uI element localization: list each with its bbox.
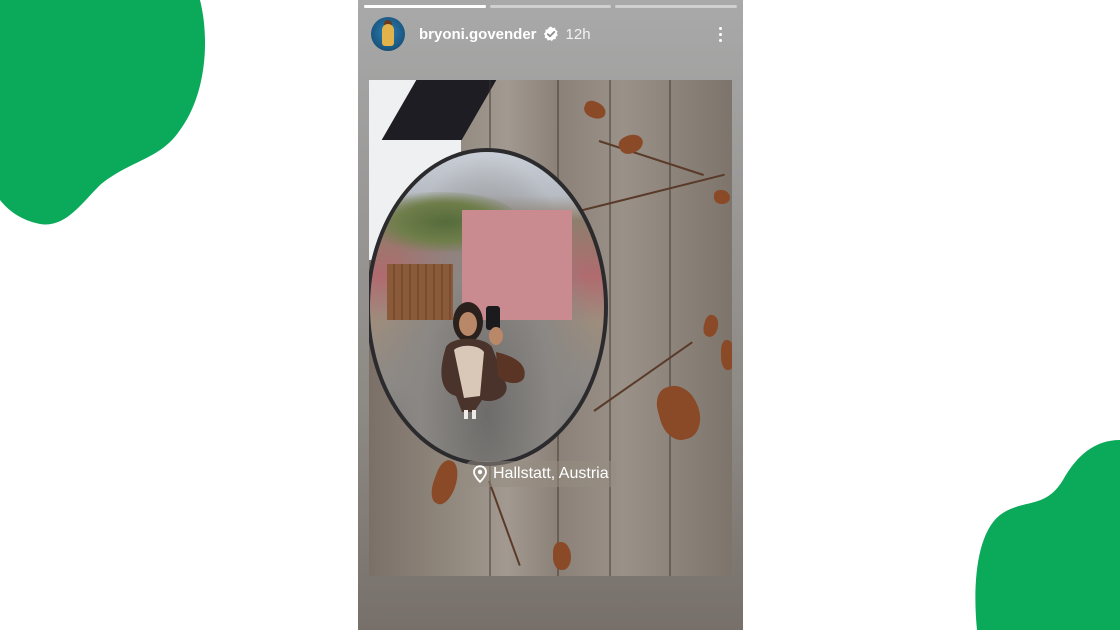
dry-leaf [701,313,721,339]
story-photo: Hallstatt, Austria [369,80,732,576]
dry-leaf [426,457,464,508]
verified-badge-icon [543,26,558,42]
wood-plank-line [609,80,611,576]
menu-dot [718,32,722,36]
dry-leaf [652,380,706,445]
post-time: 12h [565,25,591,43]
menu-dot [718,26,722,30]
location-label: Hallstatt, Austria [493,465,609,482]
vine-branch [578,173,725,212]
dry-leaf [553,542,571,570]
decorative-blob-bottom-right [975,440,1120,630]
progress-segment [489,5,612,8]
vine-branch [488,480,521,566]
progress-segment [364,5,486,8]
progress-fill [364,5,486,8]
dry-leaf [581,98,609,122]
vine-branch [598,140,704,176]
more-vertical-icon[interactable] [710,22,730,46]
convex-mirror [369,148,608,466]
menu-dot [718,38,722,42]
dry-leaf [714,190,730,204]
decorative-blob-top-left [0,0,206,225]
story-progress-bar [364,5,738,8]
avatar[interactable] [371,17,405,51]
username[interactable]: bryoni.govender [419,26,537,43]
dry-leaf [721,340,732,370]
mirror-person-reflection [441,302,525,419]
story-header: bryoni.govender 12h [371,17,730,51]
instagram-story[interactable]: bryoni.govender 12h Hallstatt, Austria [358,0,743,630]
location-pin-icon [473,465,487,483]
wood-plank-line [669,80,671,576]
progress-segment [615,5,738,8]
location-sticker[interactable]: Hallstatt, Austria [467,461,616,487]
avatar-figure-body [382,24,394,46]
